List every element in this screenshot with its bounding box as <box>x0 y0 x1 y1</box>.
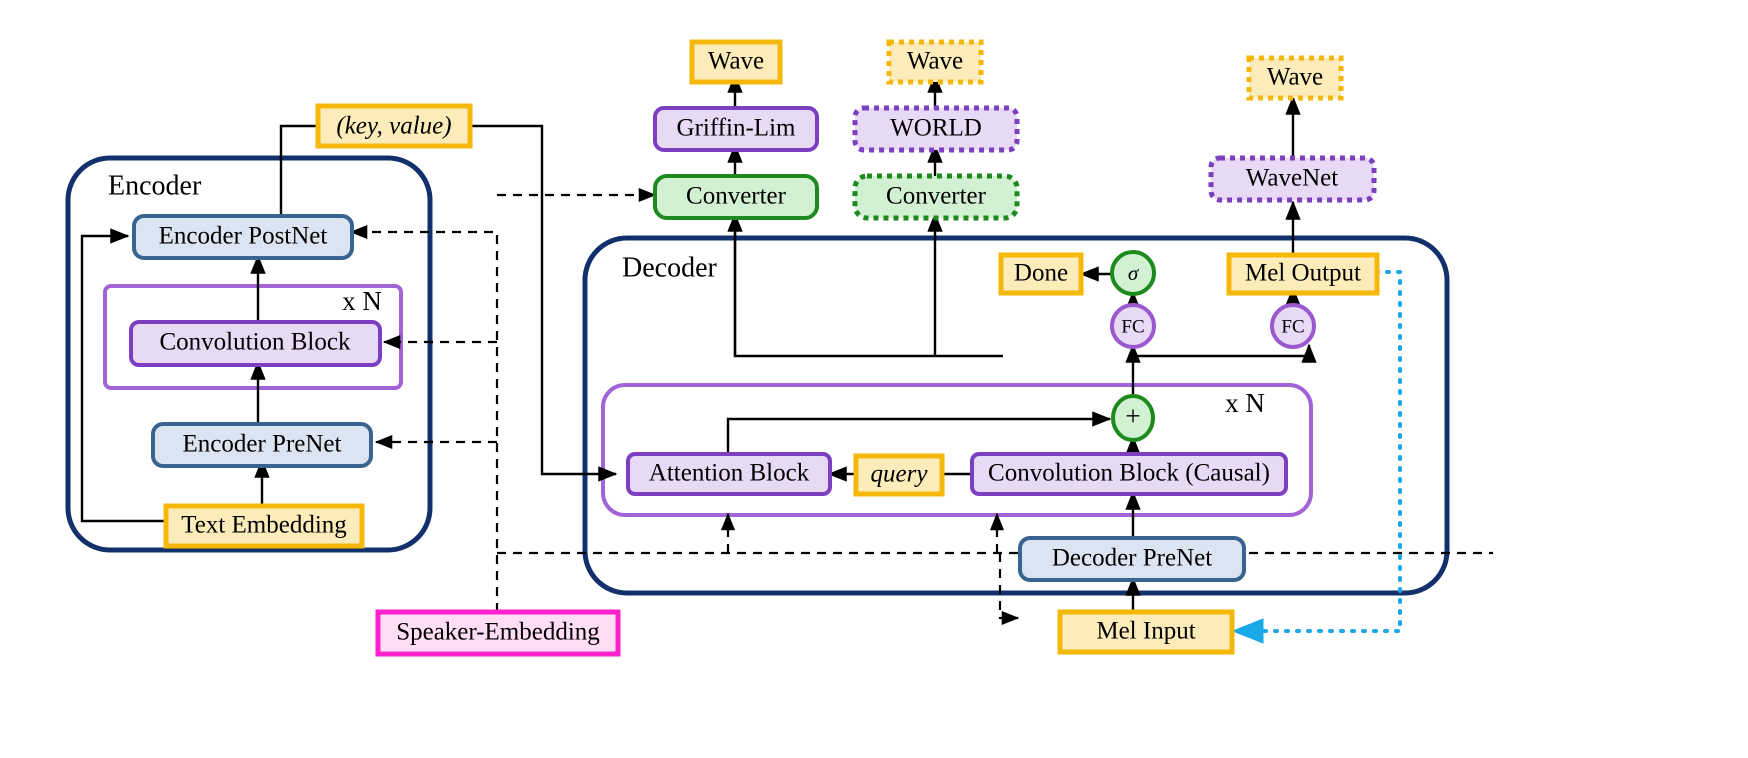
architecture-diagram: Encoder Decoder x N x N (key, value) Enc… <box>65 39 1493 657</box>
node-griffin-lim-label: Griffin-Lim <box>677 115 797 142</box>
node-fc-done-label: FC <box>1121 316 1144 337</box>
node-encoder-convolution-block[interactable]: Convolution Block <box>129 320 382 367</box>
node-decoder-convolution-block[interactable]: Convolution Block (Causal) <box>970 452 1288 496</box>
node-world[interactable]: WORLD <box>852 105 1020 153</box>
node-fc-done[interactable]: FC <box>1110 303 1156 349</box>
node-encoder-postnet[interactable]: Encoder PostNet <box>132 214 354 260</box>
node-decoder-prenet[interactable]: Decoder PreNet <box>1018 536 1246 582</box>
node-world-label: WORLD <box>890 115 982 142</box>
node-key-value[interactable]: (key, value) <box>315 103 473 149</box>
node-sigma-label: σ <box>1128 261 1140 285</box>
node-speaker-embedding[interactable]: Speaker-Embedding <box>375 609 621 657</box>
node-sigma[interactable]: σ <box>1110 250 1156 296</box>
node-encoder-prenet-label: Encoder PreNet <box>183 431 342 458</box>
node-text-embedding-label: Text Embedding <box>181 512 347 539</box>
node-converter-griffinlim[interactable]: Converter <box>653 174 819 220</box>
node-mel-input[interactable]: Mel Input <box>1057 609 1235 655</box>
node-done-label: Done <box>1014 260 1068 287</box>
node-converter-griffinlim-label: Converter <box>686 183 787 210</box>
decoder-repeat-label: x N <box>1225 388 1265 418</box>
node-wave-wavenet-label: Wave <box>1267 64 1323 91</box>
encoder-repeat-label: x N <box>342 286 382 316</box>
node-query-label: query <box>871 461 929 488</box>
encoder-group-label: Encoder <box>108 170 202 201</box>
node-wave-world[interactable]: Wave <box>886 39 984 85</box>
node-griffin-lim[interactable]: Griffin-Lim <box>653 106 819 152</box>
node-wave-world-label: Wave <box>907 48 963 75</box>
node-mel-input-label: Mel Input <box>1096 618 1195 645</box>
node-mel-output-label: Mel Output <box>1245 260 1361 287</box>
node-decoder-prenet-label: Decoder PreNet <box>1052 545 1212 572</box>
node-query[interactable]: query <box>853 453 945 497</box>
node-mel-output[interactable]: Mel Output <box>1226 252 1380 296</box>
node-text-embedding[interactable]: Text Embedding <box>163 503 365 549</box>
node-wave-wavenet[interactable]: Wave <box>1246 55 1344 101</box>
node-fc-mel-label: FC <box>1281 316 1304 337</box>
node-wave-griffinlim[interactable]: Wave <box>689 39 783 85</box>
node-encoder-postnet-label: Encoder PostNet <box>159 223 328 250</box>
node-fc-mel[interactable]: FC <box>1270 303 1316 349</box>
node-encoder-prenet[interactable]: Encoder PreNet <box>151 422 373 468</box>
node-converter-world-label: Converter <box>886 183 987 210</box>
node-wavenet-label: WaveNet <box>1246 165 1338 192</box>
node-converter-world[interactable]: Converter <box>852 173 1020 221</box>
node-encoder-convolution-block-label: Convolution Block <box>160 329 351 356</box>
node-residual-add-label: + <box>1125 401 1140 431</box>
node-attention-block[interactable]: Attention Block <box>626 452 832 496</box>
node-speaker-embedding-label: Speaker-Embedding <box>396 619 600 646</box>
node-decoder-convolution-block-label: Convolution Block (Causal) <box>988 460 1270 487</box>
decoder-group-label: Decoder <box>622 252 718 283</box>
node-attention-block-label: Attention Block <box>649 460 810 487</box>
node-wave-griffinlim-label: Wave <box>708 48 764 75</box>
node-wavenet[interactable]: WaveNet <box>1208 155 1377 203</box>
node-residual-add[interactable]: + <box>1111 394 1155 442</box>
node-done[interactable]: Done <box>998 252 1084 296</box>
node-key-value-label: (key, value) <box>336 113 451 140</box>
